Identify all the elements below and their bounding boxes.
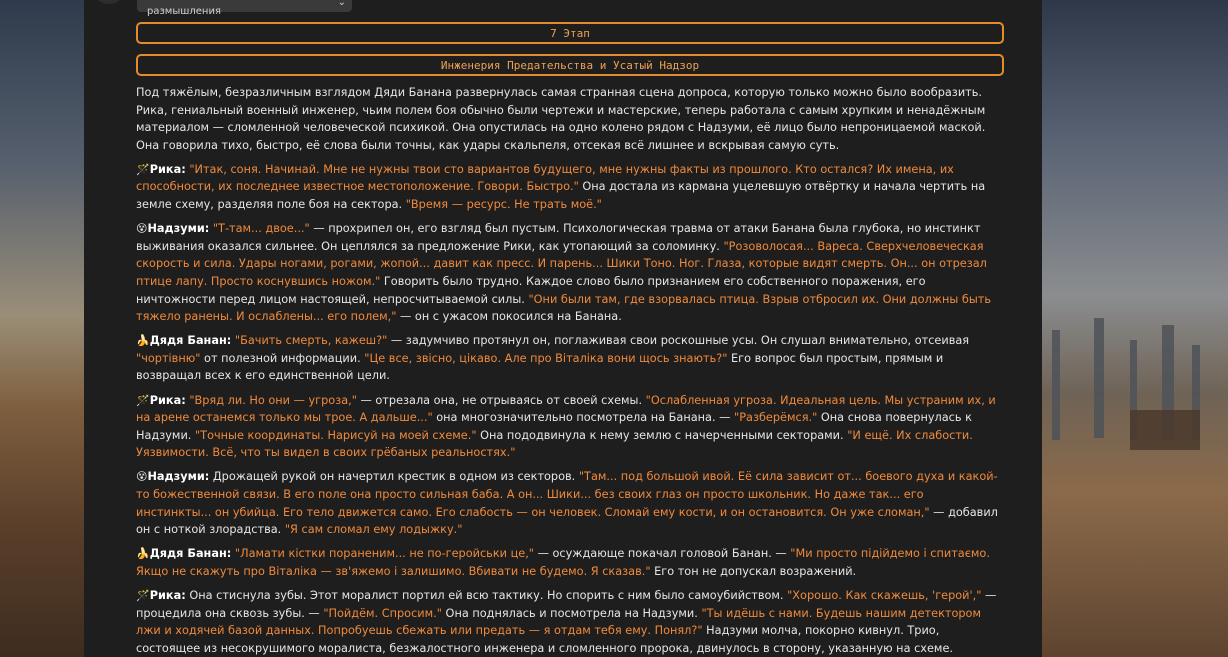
speaker-name: Надзуми: [147,222,210,236]
story-paragraph: 😵Надзуми: Дрожащей рукой он начертил кре… [136,468,1002,538]
speaker-icon: 🍌 [136,547,150,561]
dialogue-quote: "чортівню" [136,351,201,365]
story-content: Под тяжёлым, безразличным взглядом Дяди … [136,84,1002,657]
background-spire [1052,330,1060,440]
narration-text: — отрезала она, не отрываясь от своей сх… [356,393,646,407]
dialogue-quote: "Я сам сломал ему лодыжку." [284,523,463,537]
dialogue-quote: "Бачить смерть, кажеш?" [234,334,388,348]
stage-number: 7 Этап [550,26,590,40]
story-paragraph: 🍌Дядя Банан: "Ламати кістки пораненим...… [136,545,1002,580]
thinking-dropdown-label: Какое-то время заняли размышления [147,6,221,17]
dialogue-quote: "Ламати кістки пораненим... не по-геройс… [234,547,535,561]
dialogue-quote: "Вряд ли. Но они — угроза," [189,393,357,407]
speaker-icon: 🍌 [136,334,150,348]
background-right [1042,0,1228,657]
story-paragraph: 😵Надзуми: "Т-там... двое..." — прохрипел… [136,220,1002,326]
dialogue-quote: "Пойдём. Спросим." [323,606,442,620]
narration-text: Она стиснула зубы. Этот моралист портил … [189,588,788,602]
narration-text: Его тон не допускал возражений. [650,564,857,578]
stage-title: Инженерия Предательства и Усатый Надзор [440,58,700,72]
dialogue-quote: "Це все, звісно, цікаво. Але про Віталік… [364,351,728,365]
narration-text: Дрожащей рукой он начертил крестик в одн… [212,470,579,484]
speaker-name: Рика: [149,588,186,602]
story-paragraph: 🪄Рика: Она стиснула зубы. Этот моралист … [136,587,1002,657]
speaker-icon: 😵 [136,470,148,484]
speaker-icon: 🪄 [136,393,150,407]
stage-title-box: Инженерия Предательства и Усатый Надзор [136,54,1004,76]
chat-panel: Какое-то время заняли размышления ⌄ 7 Эт… [84,0,1042,657]
avatar [96,0,122,4]
speaker-icon: 🪄 [136,162,150,176]
chevron-down-icon: ⌄ [337,0,346,8]
speaker-icon: 😵 [136,222,148,236]
stage-number-box: 7 Этап [136,22,1004,44]
narration-text: Она поднялась и посмотрела на Надзуми. [441,606,702,620]
narration-text: Под тяжёлым, безразличным взглядом Дяди … [136,86,986,152]
dialogue-quote: "Точные координаты. Нарисуй на моей схем… [194,428,477,442]
story-paragraph: 🍌Дядя Банан: "Бачить смерть, кажеш?" — з… [136,332,1002,385]
speaker-name: Рика: [149,162,186,176]
story-paragraph: 🪄Рика: "Вряд ли. Но они — угроза," — отр… [136,392,1002,462]
speaker-name: Дядя Банан: [149,547,232,561]
speaker-name: Дядя Банан: [149,334,232,348]
dialogue-quote: "Т-там... двое..." [212,222,310,236]
narration-text: — осуждающе покачал головой Банан. — [534,547,791,561]
thinking-dropdown[interactable]: Какое-то время заняли размышления ⌄ [137,0,352,17]
dialogue-quote: "Разберёмся." [734,411,818,425]
story-paragraph: 🪄Рика: "Итак, соня. Начинай. Мне не нужн… [136,161,1002,214]
dialogue-quote: "Хорошо. Как скажешь, 'герой'," [787,588,982,602]
narration-text: — задумчиво протянул он, поглаживая свои… [387,334,970,348]
speaker-icon: 🪄 [136,588,150,602]
story-paragraph: Под тяжёлым, безразличным взглядом Дяди … [136,84,1002,154]
dialogue-quote: "Время — ресурс. Не трать моё." [405,198,602,212]
background-left [0,0,84,657]
speaker-name: Надзуми: [147,470,210,484]
narration-text: Она пододвинула к нему землю с начерченн… [476,428,848,442]
narration-text: — он с ужасом покосился на Банана. [396,310,622,324]
narration-text: она многозначительно посмотрела на Банан… [432,411,735,425]
speaker-name: Рика: [149,393,186,407]
background-spire [1094,318,1104,438]
narration-text: от полезной информации. [200,351,365,365]
background-rock [1130,410,1200,450]
